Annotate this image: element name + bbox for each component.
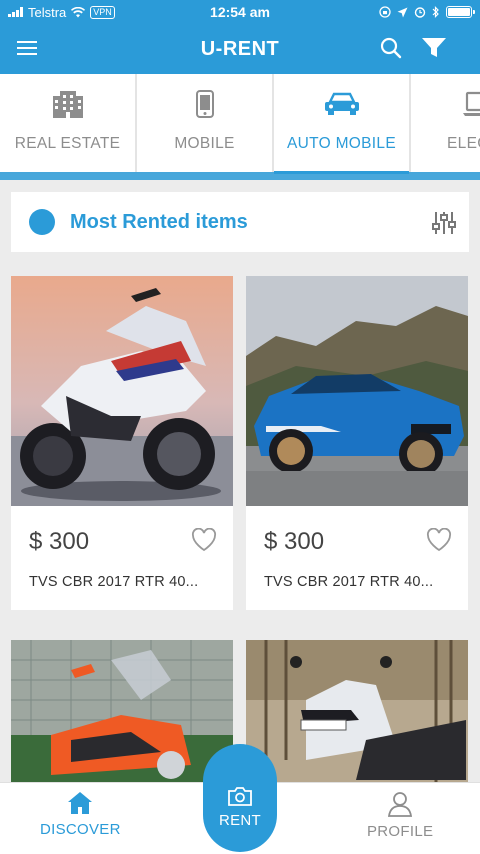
item-price: $ 300 (29, 528, 90, 555)
phone-icon (195, 88, 214, 120)
tab-auto-mobile[interactable]: AUTO MOBILE (274, 74, 409, 174)
clock: 12:54 am (210, 4, 270, 20)
building-icon (52, 88, 84, 120)
search-icon[interactable] (380, 37, 402, 59)
item-card[interactable]: $ 300 TVS CBR 2017 RTR 40... (246, 276, 468, 610)
section-header: Most Rented items (11, 192, 469, 252)
item-card[interactable] (246, 640, 468, 782)
car-icon (324, 88, 360, 120)
tab-electronics[interactable]: ELECTR (411, 74, 480, 172)
tab-label: REAL ESTATE (14, 135, 121, 152)
tab-mobile[interactable]: MOBILE (137, 74, 272, 172)
bluetooth-icon (432, 6, 439, 18)
category-tabs: REAL ESTATE MOBILE AUTO MOBILE ELECTR (0, 74, 480, 174)
section-title: Most Rented items (70, 210, 248, 233)
item-image-scooter (11, 640, 233, 782)
status-bar: Telstra VPN 12:54 am (0, 0, 480, 24)
nav-profile[interactable]: PROFILE (367, 791, 433, 840)
signal-icon (8, 7, 23, 17)
battery-icon (446, 6, 475, 18)
alarm-icon (414, 7, 426, 18)
wifi-icon (71, 6, 86, 17)
tab-label: MOBILE (174, 135, 235, 152)
home-icon (68, 792, 93, 814)
item-image-scooter-white (246, 640, 468, 782)
tab-label: AUTO MOBILE (287, 135, 396, 152)
lock-rotation-icon (379, 6, 391, 18)
vpn-badge: VPN (90, 5, 115, 19)
app-title: U-RENT (200, 37, 280, 60)
laptop-icon (462, 88, 480, 120)
carrier-label: Telstra (28, 4, 67, 20)
nav-discover[interactable]: DISCOVER (40, 791, 121, 838)
app-bar: U-RENT (0, 24, 480, 74)
nav-label: DISCOVER (40, 821, 121, 838)
item-card[interactable]: $ 300 TVS CBR 2017 RTR 40... (11, 276, 233, 610)
section-dot-icon (29, 209, 55, 235)
user-icon (388, 792, 413, 817)
tab-real-estate[interactable]: REAL ESTATE (0, 74, 135, 172)
filter-icon[interactable] (422, 38, 446, 58)
heart-icon[interactable] (426, 528, 452, 552)
tune-icon[interactable] (431, 210, 457, 236)
menu-icon[interactable] (17, 41, 37, 55)
item-image-motorcycle (11, 276, 233, 506)
location-icon (397, 7, 408, 17)
item-card[interactable] (11, 640, 233, 782)
tab-label: ELECTR (447, 135, 480, 152)
item-name: TVS CBR 2017 RTR 40... (264, 574, 434, 590)
rent-button[interactable]: RENT (203, 744, 277, 852)
item-name: TVS CBR 2017 RTR 40... (29, 574, 199, 590)
camera-icon (228, 787, 252, 806)
item-price: $ 300 (264, 528, 325, 555)
tabs-underline (0, 172, 480, 180)
item-image-car (246, 276, 468, 506)
heart-icon[interactable] (191, 528, 217, 552)
nav-label: PROFILE (367, 823, 434, 840)
nav-label: RENT (218, 812, 262, 829)
